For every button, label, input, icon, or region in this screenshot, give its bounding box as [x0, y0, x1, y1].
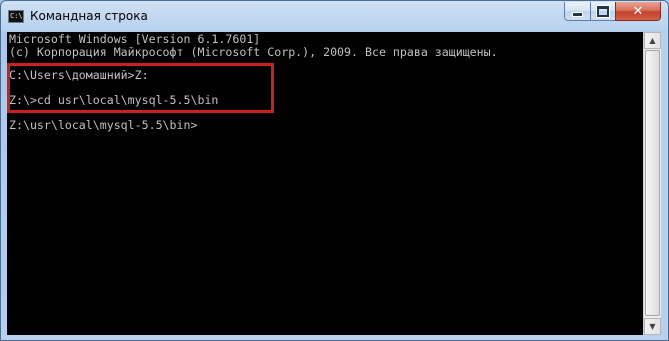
arrow-down-icon: ▼	[649, 322, 656, 331]
close-icon: ✕	[632, 3, 644, 19]
close-button[interactable]: ✕	[615, 2, 661, 21]
scroll-down-button[interactable]: ▼	[644, 318, 661, 335]
console-line: (c) Корпорация Майкрософт (Microsoft Cor…	[9, 45, 498, 59]
maximize-icon	[596, 4, 610, 18]
maximize-button[interactable]	[590, 2, 616, 21]
console-line: Z:\usr\local\mysql-5.5\bin>	[9, 118, 198, 132]
vertical-scrollbar[interactable]: ▲ ▼	[643, 32, 661, 335]
scroll-up-button[interactable]: ▲	[644, 32, 661, 49]
minimize-icon	[572, 11, 583, 17]
window-title: Командная строка	[30, 9, 148, 23]
minimize-button[interactable]	[564, 2, 591, 21]
window-bottom-border	[1, 335, 668, 340]
console-output[interactable]: Microsoft Windows [Version 6.1.7601] (c)…	[7, 32, 643, 335]
title-bar[interactable]: C:\ Командная строка ✕	[1, 1, 668, 33]
cmd-app-icon[interactable]: C:\	[8, 10, 24, 23]
arrow-up-icon: ▲	[649, 36, 656, 45]
window-right-border	[661, 32, 668, 340]
scrollbar-thumb[interactable]	[645, 50, 660, 316]
command-prompt-window: C:\ Командная строка ✕ Microsoft Windows…	[0, 0, 669, 341]
highlight-box	[7, 63, 274, 113]
